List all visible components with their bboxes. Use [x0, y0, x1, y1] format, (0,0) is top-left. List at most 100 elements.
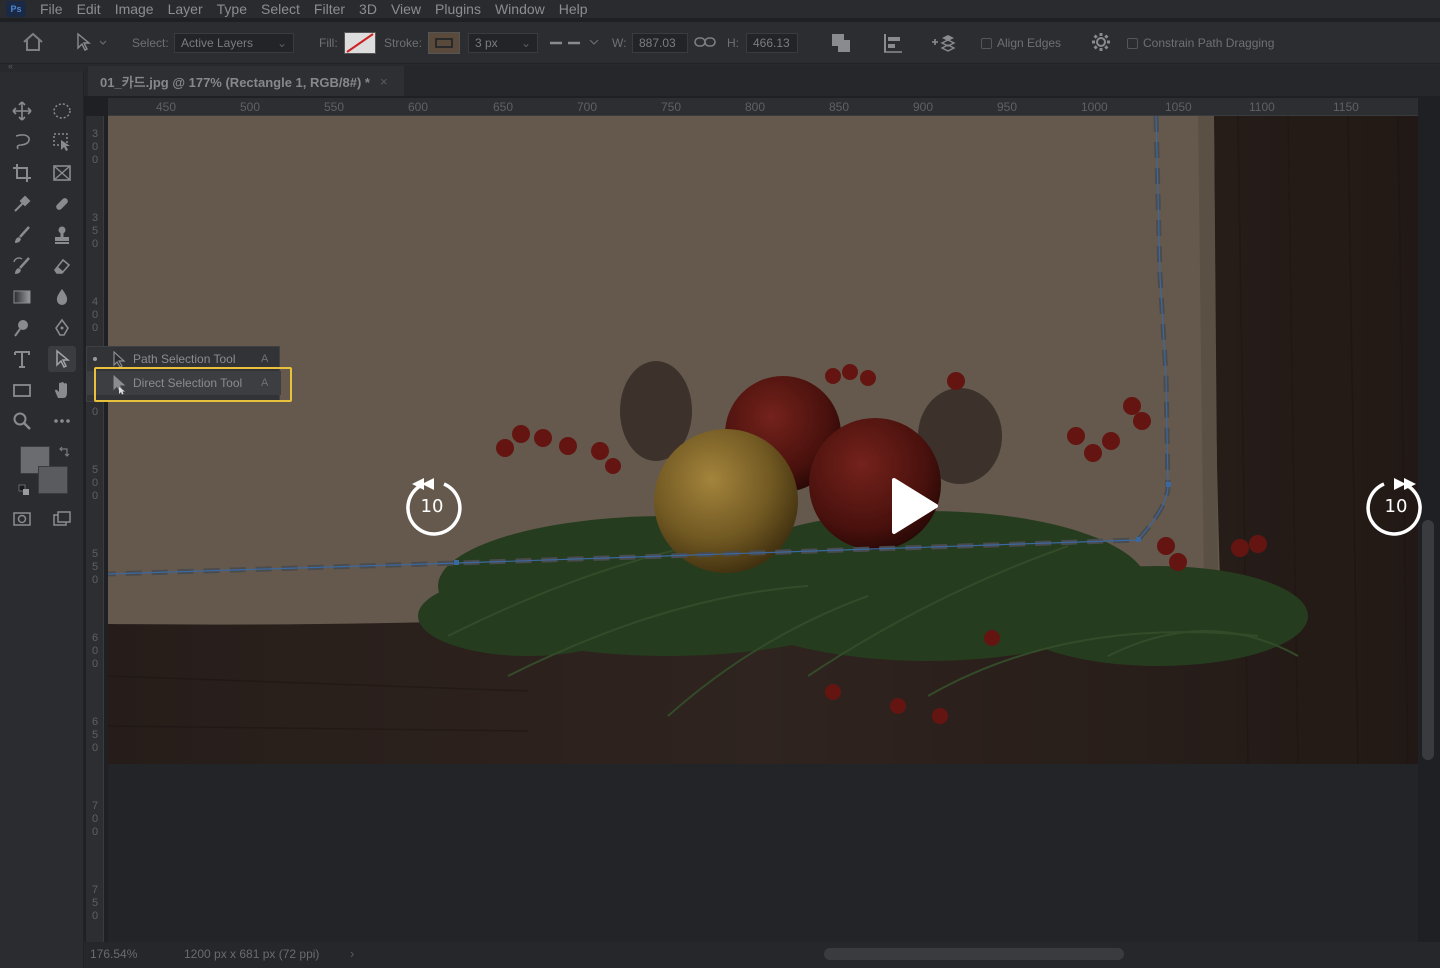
menu-image[interactable]: Image: [115, 2, 154, 16]
healing-brush-tool-icon[interactable]: [48, 191, 76, 217]
blur-tool-icon[interactable]: [48, 284, 76, 310]
direct-selection-preset-icon[interactable]: [74, 32, 108, 55]
lasso-tool-icon[interactable]: [8, 129, 36, 155]
screen-mode-icon[interactable]: [48, 506, 76, 532]
fill-swatch[interactable]: [344, 32, 376, 54]
stroke-width-value: 3 px: [475, 36, 498, 50]
default-colors-icon[interactable]: [18, 484, 30, 499]
play-icon: [892, 478, 938, 534]
height-field[interactable]: 466.13: [746, 33, 798, 53]
home-icon[interactable]: [22, 32, 44, 55]
menu-help[interactable]: Help: [559, 2, 588, 16]
menu-file[interactable]: File: [40, 2, 63, 16]
menu-layer[interactable]: Layer: [168, 2, 203, 16]
brush-tool-icon[interactable]: [8, 222, 36, 248]
link-icon[interactable]: [694, 35, 716, 52]
stroke-width-field[interactable]: 3 px ⌄: [468, 33, 538, 53]
eyedropper-tool-icon[interactable]: [8, 191, 36, 217]
document-tab-bar: 01_카드.jpg @ 177% (Rectangle 1, RGB/8#) *…: [84, 66, 1440, 96]
rewind-10-button[interactable]: 10: [400, 474, 464, 538]
play-button[interactable]: [884, 474, 944, 538]
clone-stamp-tool-icon[interactable]: [48, 222, 76, 248]
menu-plugins[interactable]: Plugins: [435, 2, 481, 16]
stroke-label: Stroke:: [384, 36, 423, 50]
menu-select[interactable]: Select: [261, 2, 300, 16]
gradient-tool-icon[interactable]: [8, 284, 36, 310]
more-tools-icon[interactable]: [48, 408, 76, 434]
pen-tool-icon[interactable]: [48, 315, 76, 341]
ruler-label: 1050: [1165, 100, 1192, 114]
path-operations-icon[interactable]: [830, 32, 852, 57]
fill-label: Fill:: [319, 36, 338, 50]
vertical-scrollbar[interactable]: [1422, 520, 1434, 760]
forward-10-button[interactable]: 10: [1364, 474, 1428, 538]
object-selection-tool-icon[interactable]: [48, 129, 76, 155]
hand-tool-icon[interactable]: [48, 377, 76, 403]
document-size: 1200 px x 681 px (72 ppi): [184, 947, 320, 961]
ruler-label: 900: [913, 100, 934, 114]
rectangle-tool-icon[interactable]: [8, 377, 36, 403]
menu-type[interactable]: Type: [217, 2, 247, 16]
select-dropdown[interactable]: Active Layers ⌄: [174, 33, 294, 53]
chevron-down-icon: ⌄: [520, 36, 531, 50]
width-value: 887.03: [639, 36, 676, 50]
stroke-type-dropdown[interactable]: [548, 36, 604, 53]
close-icon[interactable]: ×: [380, 74, 388, 89]
swap-colors-icon[interactable]: [58, 446, 70, 461]
menu-filter[interactable]: Filter: [314, 2, 345, 16]
menu-view[interactable]: View: [391, 2, 421, 16]
crop-tool-icon[interactable]: [8, 160, 36, 186]
stroke-swatch[interactable]: [428, 32, 460, 54]
eraser-tool-icon[interactable]: [48, 253, 76, 279]
constrain-checkbox[interactable]: [1127, 38, 1138, 49]
ruler-label: 600: [408, 100, 429, 114]
chevron-down-icon: ⌄: [276, 36, 287, 50]
status-menu-arrow-icon[interactable]: ›: [350, 946, 354, 961]
tutorial-highlight-box: [94, 367, 292, 402]
ruler-label: 450: [156, 100, 177, 114]
ruler-label: 550: [324, 100, 345, 114]
select-value: Active Layers: [181, 36, 254, 50]
horizontal-scroll-thumb[interactable]: [824, 948, 1124, 960]
forward-seconds: 10: [1384, 496, 1408, 517]
ruler-label: 1150: [1333, 100, 1359, 114]
document-tab[interactable]: 01_카드.jpg @ 177% (Rectangle 1, RGB/8#) *…: [88, 66, 404, 96]
path-arrangement-icon[interactable]: [930, 32, 956, 57]
width-field[interactable]: 887.03: [632, 33, 688, 53]
align-edges-checkbox[interactable]: [981, 38, 992, 49]
zoom-level[interactable]: 176.54%: [90, 947, 137, 961]
ruler-label: 1000: [1081, 100, 1108, 114]
background-color-swatch[interactable]: [38, 466, 68, 494]
menu-3d[interactable]: 3D: [359, 2, 377, 16]
zoom-tool-icon[interactable]: [8, 408, 36, 434]
collapse-arrows-icon[interactable]: «: [8, 61, 13, 71]
vertical-ruler: 300 350 400 450 500 550 600 650 700 750: [86, 116, 104, 942]
menu-edit[interactable]: Edit: [77, 2, 101, 16]
history-brush-tool-icon[interactable]: [8, 253, 36, 279]
path-selection-shortcut: A: [261, 353, 269, 365]
canvas-area[interactable]: [108, 116, 1418, 942]
active-dot: [93, 357, 97, 361]
dodge-tool-icon[interactable]: [8, 315, 36, 341]
gear-icon[interactable]: [1091, 32, 1111, 55]
move-tool-icon[interactable]: [8, 98, 36, 124]
align-edges-label: Align Edges: [997, 36, 1062, 50]
document-image[interactable]: [108, 116, 1418, 764]
menu-window[interactable]: Window: [495, 2, 545, 16]
height-value: 466.13: [753, 36, 790, 50]
path-alignment-icon[interactable]: [882, 32, 904, 57]
ruler-label: 750: [91, 884, 99, 922]
marquee-tool-icon[interactable]: [48, 98, 76, 124]
path-selection-tool-icon[interactable]: [48, 346, 76, 372]
ruler-label: 500: [240, 100, 261, 114]
constrain-label: Constrain Path Dragging: [1143, 36, 1275, 50]
type-tool-icon[interactable]: [8, 346, 36, 372]
quick-mask-icon[interactable]: [8, 506, 36, 532]
select-label: Select:: [132, 36, 169, 50]
frame-tool-icon[interactable]: [48, 160, 76, 186]
tools-panel: [0, 72, 84, 968]
ruler-label: 400: [91, 296, 99, 334]
ruler-label: 500: [91, 464, 99, 502]
status-bar: 176.54% 1200 px x 681 px (72 ppi) ›: [84, 942, 1440, 968]
horizontal-scrollbar[interactable]: [374, 948, 1406, 960]
